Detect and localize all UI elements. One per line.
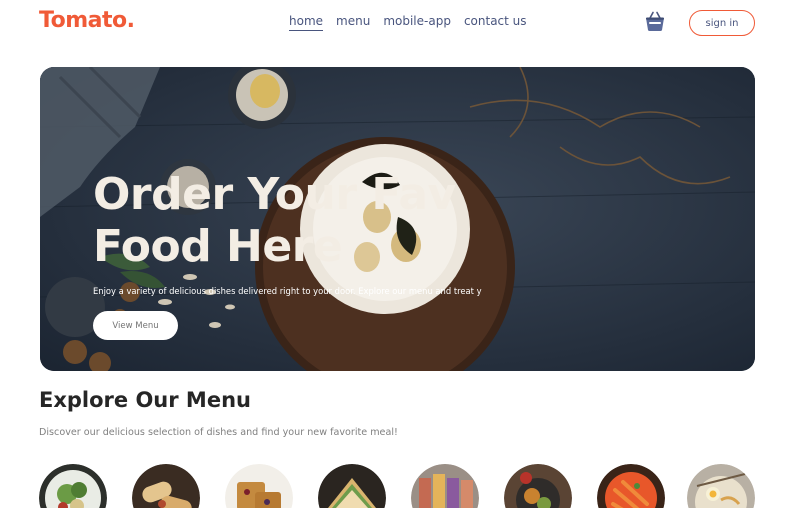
menu-category-list bbox=[39, 464, 755, 508]
explore-menu-subtitle: Discover our delicious selection of dish… bbox=[39, 427, 398, 438]
view-menu-button[interactable]: View Menu bbox=[93, 311, 178, 340]
hero-content: Order Your Fav Food Here bbox=[93, 169, 493, 273]
nav-item-contact-us[interactable]: contact us bbox=[464, 14, 527, 31]
nav-item-menu[interactable]: menu bbox=[336, 14, 370, 31]
noodles-image[interactable] bbox=[687, 464, 755, 508]
explore-menu-title: Explore Our Menu bbox=[39, 388, 251, 412]
navbar: Tomato. home menu mobile-app contact us … bbox=[0, 0, 800, 44]
pasta-image[interactable] bbox=[597, 464, 665, 508]
hero-banner: Order Your Fav Food Here Enjoy a variety… bbox=[40, 67, 755, 371]
hero-title-line-1: Order Your Fav bbox=[93, 169, 456, 220]
basket-icon[interactable] bbox=[645, 11, 665, 32]
pure-veg-image[interactable] bbox=[504, 464, 572, 508]
logo[interactable]: Tomato. bbox=[39, 8, 135, 33]
hero-subtitle: Enjoy a variety of delicious dishes deli… bbox=[93, 286, 482, 296]
salad-image[interactable] bbox=[39, 464, 107, 508]
nav-item-mobile-app[interactable]: mobile-app bbox=[383, 14, 451, 31]
sign-in-button[interactable]: sign in bbox=[689, 10, 755, 36]
hero-title: Order Your Fav Food Here bbox=[93, 169, 493, 273]
cake-image[interactable] bbox=[411, 464, 479, 508]
sandwich-image[interactable] bbox=[318, 464, 386, 508]
rolls-image[interactable] bbox=[132, 464, 200, 508]
hero-title-line-2: Food Here bbox=[93, 221, 343, 272]
nav-menu: home menu mobile-app contact us bbox=[289, 14, 527, 31]
desserts-image[interactable] bbox=[225, 464, 293, 508]
nav-item-home[interactable]: home bbox=[289, 14, 324, 31]
